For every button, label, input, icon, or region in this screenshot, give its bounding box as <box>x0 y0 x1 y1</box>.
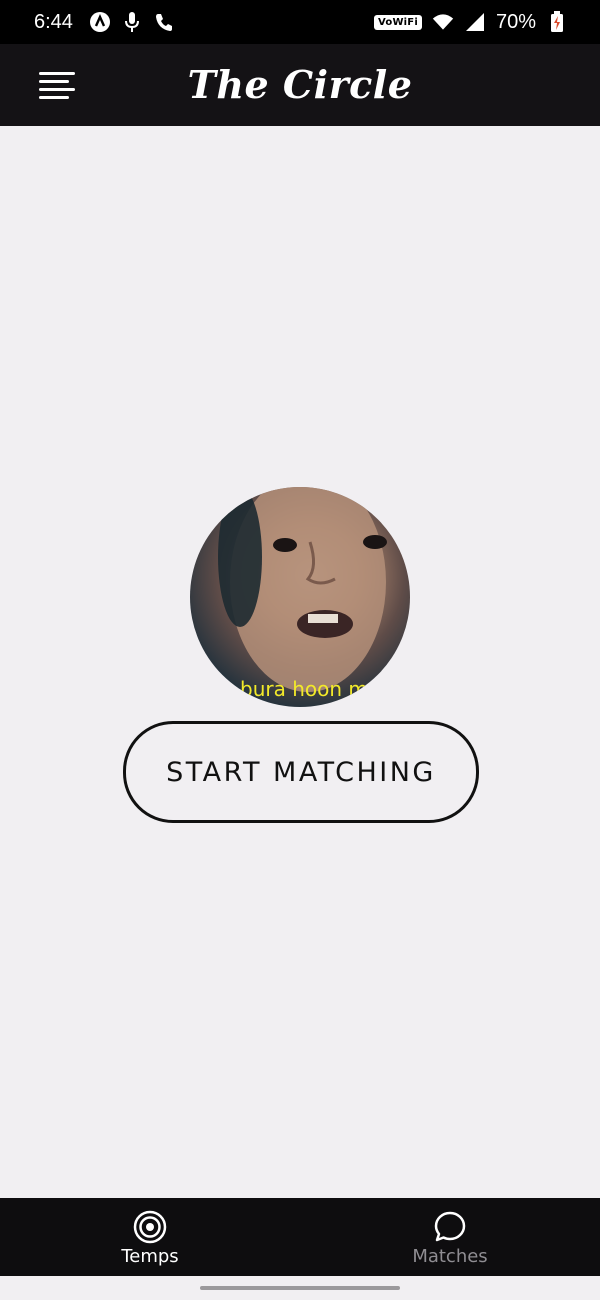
app-notification-icon <box>89 11 111 33</box>
cell-signal-icon <box>464 11 486 33</box>
tab-temps-label: Temps <box>121 1246 179 1267</box>
tab-matches[interactable]: Matches <box>300 1198 600 1276</box>
tab-temps[interactable]: Temps <box>0 1198 300 1276</box>
app-bar: The Circle <box>0 44 600 126</box>
bottom-nav: Temps Matches <box>0 1198 600 1276</box>
start-matching-button[interactable]: START MATCHING <box>123 721 479 823</box>
profile-avatar[interactable]: bura hoon m <box>190 487 410 707</box>
main-content: bura hoon m START MATCHING <box>0 126 600 1198</box>
microphone-icon <box>121 11 143 33</box>
target-icon <box>133 1210 167 1244</box>
status-time: 6:44 <box>34 10 73 33</box>
battery-percentage: 70% <box>495 10 536 33</box>
battery-charging-icon <box>546 11 568 33</box>
gesture-area <box>0 1276 600 1300</box>
wifi-icon <box>432 11 454 33</box>
app-title: The Circle <box>187 62 413 107</box>
status-bar: 6:44 VoWiFi 70% <box>0 0 600 44</box>
vowifi-badge: VoWiFi <box>373 14 422 30</box>
phone-icon <box>153 11 175 33</box>
avatar-caption: bura hoon m <box>240 677 368 701</box>
chat-bubble-icon <box>434 1211 466 1242</box>
avatar-face-image <box>218 487 387 692</box>
gesture-handle[interactable] <box>200 1286 400 1290</box>
tab-matches-label: Matches <box>412 1246 488 1267</box>
